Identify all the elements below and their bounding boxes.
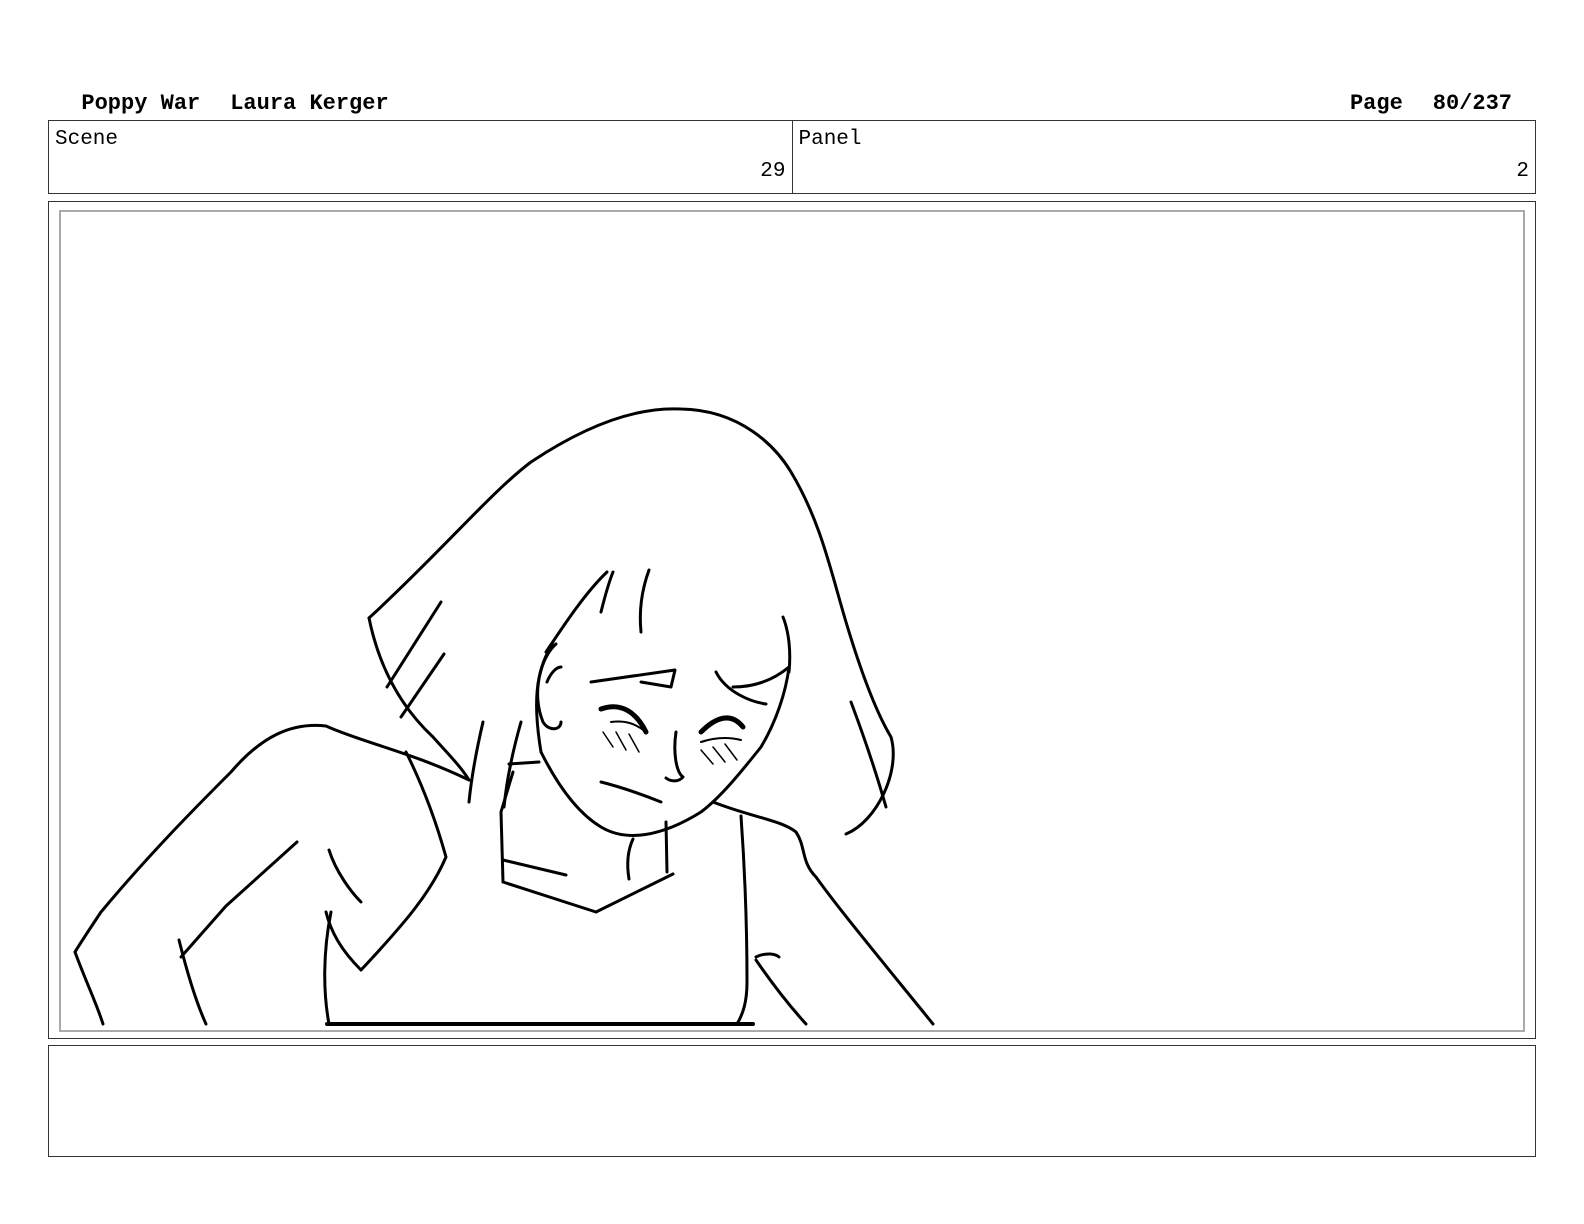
collar-left [501, 880, 598, 914]
panel-number: 2 [1516, 160, 1529, 183]
storyboard-drawing-area [59, 210, 1525, 1032]
hair-strand-6 [781, 615, 792, 674]
left-arm-strap-2 [327, 848, 363, 904]
project-title: Poppy War [81, 91, 201, 116]
left-arm-strap [179, 840, 299, 959]
hair-strand-5 [638, 568, 651, 634]
face-right-side [731, 665, 791, 689]
neck-shade [507, 760, 541, 766]
left-arm-inner [177, 938, 208, 1026]
nose [664, 730, 685, 783]
hair-strand-1 [385, 600, 443, 689]
left-torso-inner [324, 910, 363, 972]
neck-left [499, 770, 515, 884]
left-brow [589, 668, 677, 689]
hair-strand-2 [399, 652, 446, 719]
collar-right [594, 872, 675, 914]
neck-right [664, 820, 669, 874]
right-arm-line [754, 958, 808, 1026]
page-label: Page [1349, 91, 1403, 116]
scene-label: Scene [55, 128, 119, 151]
header-title: Poppy War Laura Kerger [55, 66, 389, 116]
scene-number: 29 [760, 160, 786, 183]
collar-line [501, 858, 568, 877]
left-arm-outer [73, 950, 105, 1026]
blush-left [602, 731, 640, 753]
hair-strand-8 [467, 720, 485, 804]
mouth [599, 780, 663, 804]
scene-panel-row: Scene 29 Panel 2 [48, 120, 1536, 194]
scene-cell: Scene 29 [49, 121, 792, 193]
author-name: Laura Kerger [230, 91, 389, 116]
right-eye [698, 715, 746, 735]
left-torso [359, 750, 448, 972]
blush-right [700, 743, 738, 765]
left-body-edge [323, 910, 333, 1026]
panel-cell: Panel 2 [791, 121, 1536, 193]
neck-front [626, 837, 635, 881]
right-body-inner [735, 814, 749, 1026]
right-arm-detail [754, 952, 781, 959]
hair-strand-3 [544, 570, 609, 654]
hair-left-edge [367, 616, 471, 782]
storyboard-frame [48, 201, 1536, 1039]
panel-label: Panel [798, 128, 862, 151]
character-sketch [73, 407, 935, 1026]
face-jaw [539, 665, 791, 837]
ear-detail [545, 665, 563, 684]
page-number: 80/237 [1432, 91, 1512, 116]
page-indicator: Page 80/237 [1324, 66, 1512, 116]
ear-outline [536, 642, 563, 731]
panel-notes-box[interactable] [48, 1045, 1536, 1157]
right-eye-lower [700, 736, 742, 743]
